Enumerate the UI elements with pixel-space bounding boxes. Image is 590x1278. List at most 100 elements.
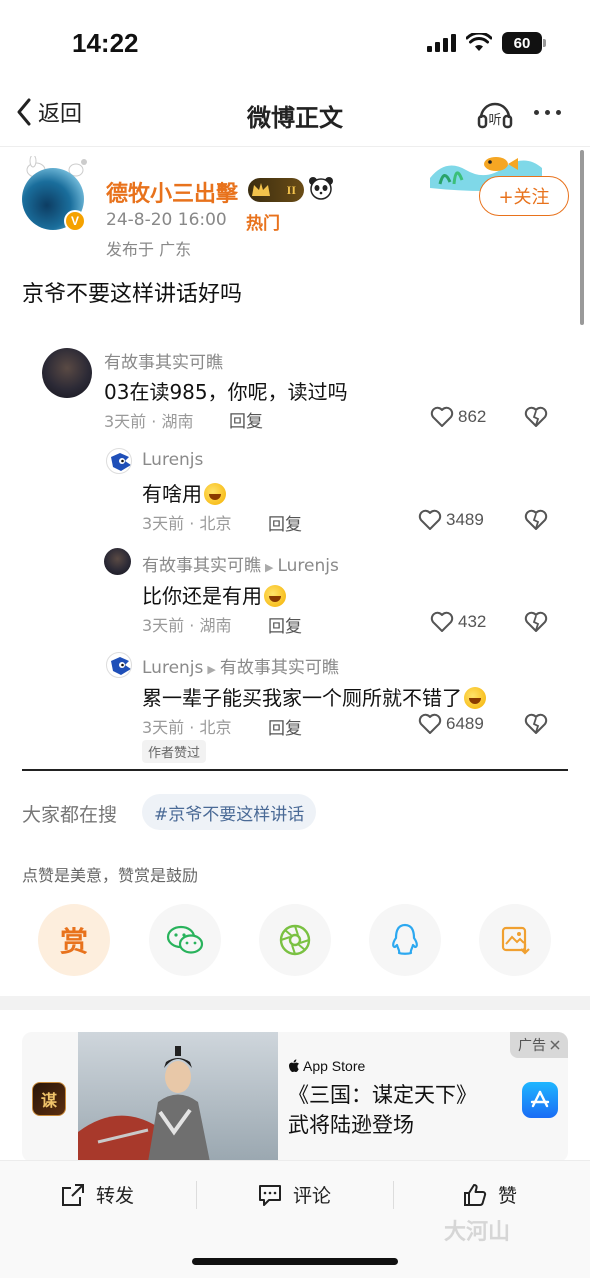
- follow-button[interactable]: +关注: [479, 176, 569, 216]
- like-button[interactable]: 862: [430, 406, 486, 428]
- comment-text-content: 累一辈子能买我家一个厕所就不错了: [142, 686, 462, 710]
- ad-warrior-image: [78, 1032, 278, 1162]
- heart-icon: [418, 509, 442, 530]
- ad-card[interactable]: 谋 App Store 《三国：谋定天下》 武将陆逊登场 广告: [22, 1032, 568, 1162]
- ad-title: 《三国：谋定天下》 武将陆逊登场: [288, 1080, 477, 1140]
- like-post-button[interactable]: 赞: [462, 1181, 517, 1208]
- repost-icon: [62, 1183, 84, 1206]
- broken-heart-icon[interactable]: [524, 611, 548, 633]
- comment-text-content: 有啥用: [142, 482, 202, 506]
- repost-label: 转发: [96, 1185, 135, 1207]
- comment-meta: 3天前 · 北京: [142, 514, 232, 533]
- author-name[interactable]: 德牧小三出擊: [106, 176, 238, 208]
- scrollbar[interactable]: [580, 150, 584, 325]
- post-time: 24-8-20 16:00: [106, 210, 227, 230]
- reply-button[interactable]: 回复: [229, 407, 263, 432]
- like-count: 3489: [446, 510, 484, 529]
- more-options-icon[interactable]: [534, 110, 561, 115]
- qq-icon: [392, 923, 418, 955]
- hot-tag[interactable]: 热门: [246, 209, 280, 234]
- comment-label: 评论: [293, 1185, 332, 1207]
- share-wechat-button[interactable]: [149, 904, 221, 976]
- post-location: 发布于 广东: [106, 240, 192, 259]
- repost-button[interactable]: 转发: [60, 1181, 134, 1208]
- comment-author[interactable]: Lurenjs: [142, 658, 203, 678]
- reply-button[interactable]: 回复: [268, 612, 302, 637]
- commenter-avatar[interactable]: [104, 548, 131, 575]
- save-image-button[interactable]: [479, 904, 551, 976]
- commenter-avatar[interactable]: [106, 448, 132, 474]
- share-qq-button[interactable]: [369, 904, 441, 976]
- heart-icon: [418, 713, 442, 734]
- status-icons: 60: [427, 32, 546, 54]
- ad-close-tag[interactable]: 广告: [510, 1032, 568, 1058]
- nav-divider: [0, 146, 590, 147]
- nav-bar: 返回 微博正文 听: [0, 86, 590, 142]
- heart-icon: [430, 611, 454, 632]
- headphones-icon: 听: [477, 102, 513, 129]
- watermark: 大河山: [444, 1220, 511, 1245]
- reply-button[interactable]: 回复: [268, 510, 302, 535]
- bottom-bar-separator: [196, 1181, 197, 1209]
- comment-meta: 3天前 · 湖南: [104, 412, 194, 431]
- comment-username: Lurenjs ▶ 有故事其实可瞧: [142, 653, 339, 678]
- broken-heart-icon[interactable]: [524, 406, 548, 428]
- heart-icon: [430, 406, 454, 427]
- like-button[interactable]: 432: [430, 611, 486, 633]
- author-avatar[interactable]: V: [22, 168, 86, 232]
- trending-search-tag[interactable]: #京爷不要这样讲话: [142, 794, 317, 830]
- ad-title-line2: 武将陆逊登场: [288, 1113, 414, 1137]
- bottom-bar-separator: [393, 1181, 394, 1209]
- listen-button[interactable]: 听: [476, 96, 514, 134]
- laughing-emoji-icon: [464, 687, 486, 709]
- comment-meta: 3天前 · 北京: [142, 718, 232, 737]
- comment-text: 累一辈子能买我家一个厕所就不错了: [142, 682, 486, 711]
- panda-icon: [309, 177, 333, 200]
- status-bar: 14:22 60: [0, 0, 590, 80]
- listen-label: 听: [488, 113, 501, 128]
- post-text: 京爷不要这样讲话好吗: [22, 282, 243, 307]
- laughing-emoji-icon: [204, 483, 226, 505]
- broken-heart-icon[interactable]: [524, 713, 548, 735]
- trending-search-label: 大家都在搜: [22, 804, 118, 826]
- member-level-badge[interactable]: II: [248, 178, 304, 202]
- ad-label: 广告: [518, 1038, 546, 1054]
- apple-icon: [289, 1059, 299, 1072]
- author-liked-badge: 作者赞过: [142, 740, 207, 763]
- comment-button[interactable]: 评论: [257, 1181, 331, 1208]
- comment-username: 有故事其实可瞧 ▶ Lurenjs: [142, 551, 339, 576]
- like-count: 432: [458, 612, 487, 631]
- home-indicator[interactable]: [192, 1258, 398, 1265]
- comment-username[interactable]: Lurenjs: [142, 450, 203, 470]
- commenter-avatar[interactable]: [42, 348, 92, 398]
- app-store-text: App Store: [303, 1058, 366, 1074]
- broken-heart-icon[interactable]: [524, 509, 548, 531]
- like-button[interactable]: 6489: [418, 713, 484, 735]
- comment-text-content: 比你还是有用: [142, 584, 262, 608]
- thumbs-up-icon: [464, 1183, 487, 1206]
- reply-to-user[interactable]: Lurenjs: [277, 556, 338, 576]
- commenter-avatar[interactable]: [106, 652, 132, 678]
- verified-badge-icon: V: [64, 210, 86, 232]
- like-count: 862: [458, 407, 487, 426]
- reply-arrow-icon: ▶: [207, 663, 216, 676]
- like-count: 6489: [446, 714, 484, 733]
- reply-to-user[interactable]: 有故事其实可瞧: [220, 658, 339, 678]
- reward-button[interactable]: 赏: [38, 904, 110, 976]
- reply-button[interactable]: 回复: [268, 714, 302, 739]
- app-store-label: App Store: [288, 1058, 365, 1074]
- ad-title-line1: 《三国：谋定天下》: [288, 1083, 477, 1107]
- share-moments-button[interactable]: [259, 904, 331, 976]
- comment-text: 比你还是有用: [142, 580, 286, 609]
- sonic-avatar-icon: [111, 657, 131, 675]
- comment-author[interactable]: 有故事其实可瞧: [142, 556, 261, 576]
- reward-tip: 点赞是美意，赞赏是鼓励: [22, 866, 199, 885]
- ad-app-icon[interactable]: 谋: [32, 1082, 66, 1116]
- comment-username[interactable]: 有故事其实可瞧: [104, 348, 223, 373]
- app-store-button[interactable]: [522, 1082, 558, 1118]
- reward-icon: 赏: [59, 925, 88, 958]
- wechat-icon: [166, 925, 204, 954]
- laughing-emoji-icon: [264, 585, 286, 607]
- like-button[interactable]: 3489: [418, 509, 484, 531]
- comment-icon: [259, 1184, 281, 1206]
